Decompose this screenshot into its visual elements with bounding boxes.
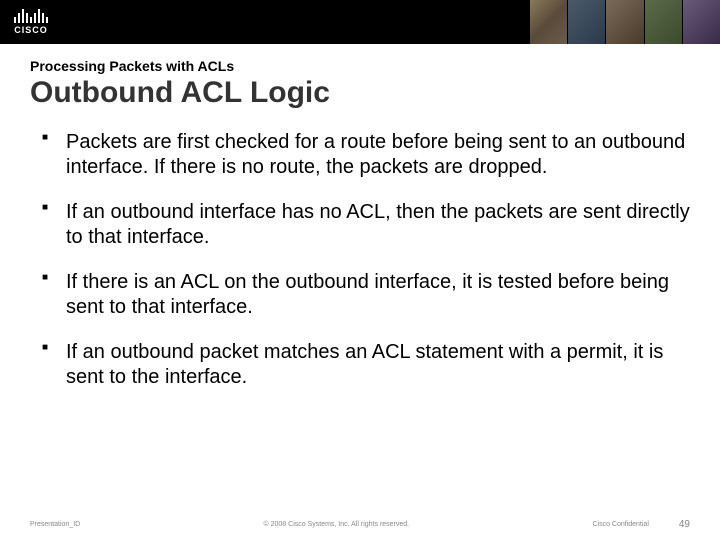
footer-page-number: 49 <box>679 519 690 530</box>
bullet-item: If an outbound packet matches an ACL sta… <box>58 340 690 390</box>
cisco-logo: CISCO <box>14 9 48 35</box>
footer-copyright: © 2008 Cisco Systems, Inc. All rights re… <box>80 521 592 528</box>
section-label: Processing Packets with ACLs <box>30 58 690 74</box>
footer: Presentation_ID © 2008 Cisco Systems, In… <box>0 519 720 530</box>
header-photo <box>645 0 682 44</box>
header-bar: CISCO <box>0 0 720 44</box>
header-photo <box>568 0 605 44</box>
slide-title: Outbound ACL Logic <box>30 76 690 110</box>
cisco-logo-text: CISCO <box>14 25 48 35</box>
bullet-item: If an outbound interface has no ACL, the… <box>58 200 690 250</box>
cisco-logo-icon <box>14 9 48 23</box>
header-photo <box>606 0 643 44</box>
footer-confidential: Cisco Confidential <box>592 521 648 528</box>
bullet-list: Packets are first checked for a route be… <box>30 130 690 390</box>
header-photo <box>683 0 720 44</box>
slide-content: Processing Packets with ACLs Outbound AC… <box>0 44 720 390</box>
header-photo-strip <box>530 0 720 44</box>
footer-presentation-id: Presentation_ID <box>30 521 80 528</box>
header-photo <box>530 0 567 44</box>
bullet-item: If there is an ACL on the outbound inter… <box>58 270 690 320</box>
bullet-item: Packets are first checked for a route be… <box>58 130 690 180</box>
